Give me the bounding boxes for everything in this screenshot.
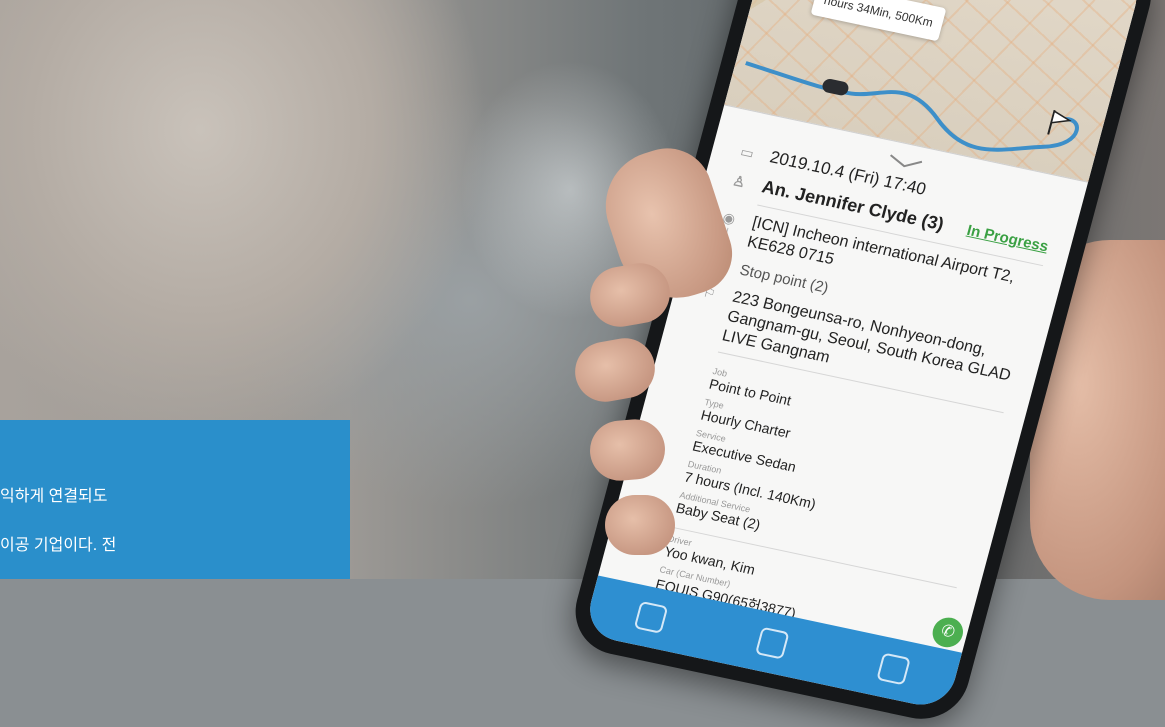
tab-menu-icon[interactable] [876,652,911,686]
tab-bookings-icon[interactable] [754,626,790,660]
caption-line: 이공 기업이다. 전 [0,537,117,554]
calendar-icon: ▭ [738,143,756,162]
phone-icon: ✆ [939,622,957,642]
hand-finger [605,495,675,555]
tab-profile-icon[interactable] [633,600,669,634]
person-icon: ♙ [730,172,748,191]
caption-overlay: 익하게 연결되도 이공 기업이다. 전 [0,420,350,579]
caption-line: 익하게 연결되도 [0,488,108,505]
